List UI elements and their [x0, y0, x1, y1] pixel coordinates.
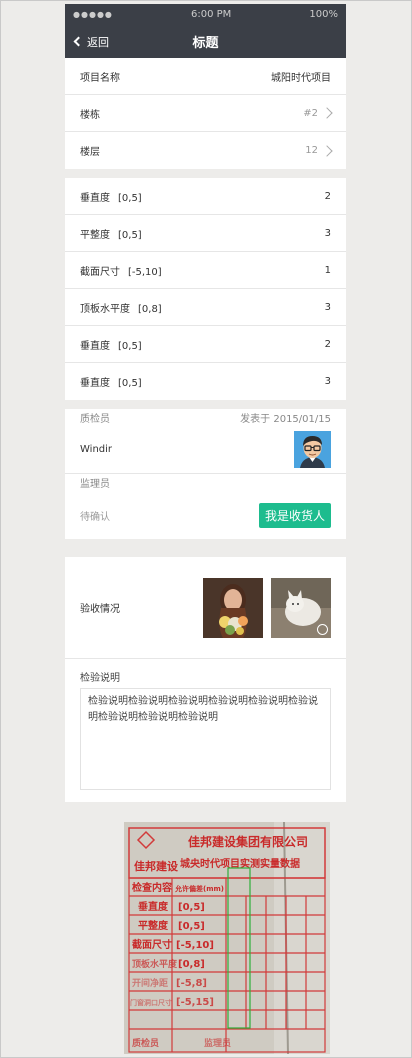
sheet-item: 平整度 [138, 919, 169, 932]
building-row[interactable]: 楼栋 #2 [65, 95, 346, 132]
check-row: 垂直度 [0,5] 2 [65, 326, 346, 363]
description-block: 检验说明 检验说明检验说明检验说明检验说明检验说明检验说明检验说明检验说明检验说… [65, 659, 346, 802]
people-section: 质检员 发表于 2015/01/15 Windir 监理员 待确认 我是收货人 [65, 409, 346, 539]
chevron-right-icon [321, 107, 333, 119]
check-range: [0,5] [118, 340, 142, 352]
project-section: 项目名称 城阳时代项目 楼栋 #2 楼层 12 [65, 58, 346, 169]
check-label: 垂直度 [80, 340, 110, 352]
back-label: 返回 [87, 35, 109, 49]
inspection-sheet-photo[interactable]: 佳邦建设集团有限公司 佳邦建设 城央时代项目实测实量数据 检查内容 允许偏差(m… [124, 822, 330, 1054]
chevron-right-icon [321, 144, 333, 157]
check-range: [0,5] [118, 378, 142, 389]
zoom-icon[interactable] [317, 623, 328, 635]
pending-status: 待确认 [80, 511, 110, 523]
check-row: 顶板水平度 [0,8] 3 [65, 289, 346, 326]
avatar[interactable] [294, 431, 331, 468]
supervisor-role: 监理员 [80, 479, 110, 490]
floor-row[interactable]: 楼层 12 [65, 132, 346, 169]
avatar-illustration [294, 431, 331, 468]
phone-screen: ●●●●● 6:00 PM 100% 返回 标题 项目名称 城阳时代项目 楼栋 … [65, 4, 346, 802]
acceptance-label: 验收情况 [80, 604, 120, 615]
check-value: 3 [324, 376, 331, 387]
sheet-item: 门窗洞口尺寸 [130, 998, 172, 1007]
checks-section: 垂直度 [0,5] 2 平整度 [0,5] 3 截面尺寸 [-5,10] 1 顶板水平… [65, 178, 346, 400]
inspector-header: 质检员 发表于 2015/01/15 [80, 409, 331, 426]
sheet-item: 开间净距 [132, 977, 168, 989]
sheet-range: [0,5] [178, 902, 205, 913]
acceptance-section: 验收情况 检验说明 检验说明检验说明检验说明检验说明检验说明检验说明检验说明检验… [65, 557, 346, 802]
woman-flowers-photo [203, 577, 263, 638]
check-range: [-5,10] [128, 266, 162, 278]
inspector-role: 质检员 [80, 414, 110, 425]
status-bar: ●●●●● 6:00 PM 100% [65, 4, 346, 25]
description-textarea[interactable]: 检验说明检验说明检验说明检验说明检验说明检验说明检验说明检验说明检验说明 [80, 688, 331, 790]
check-row: 垂直度 [0,5] 2 [65, 178, 346, 215]
inspection-sheet: 佳邦建设集团有限公司 佳邦建设 城央时代项目实测实量数据 检查内容 允许偏差(m… [124, 822, 330, 1054]
check-value: 3 [324, 301, 331, 313]
sheet-range: [0,5] [178, 921, 205, 932]
sheet-header2: 允许偏差(mm) [174, 884, 224, 893]
sheet-header: 检查内容 [132, 881, 172, 894]
sheet-range: [-5,15] [176, 997, 214, 1008]
sheet-range: [0,8] [178, 959, 205, 970]
project-name-row: 项目名称 城阳时代项目 [65, 58, 346, 95]
publish-date: 发表于 2015/01/15 [240, 414, 331, 425]
check-label: 平整度 [80, 229, 110, 241]
photo-thumbnail[interactable] [271, 577, 331, 638]
inspector-row: Windir [65, 426, 346, 474]
row-value: 12 [305, 145, 318, 156]
sheet-footer: 质检员 [132, 1037, 159, 1049]
row-label: 楼栋 [80, 109, 100, 121]
check-range: [0,5] [118, 229, 142, 241]
page-title: 标题 [192, 36, 219, 51]
sheet-footer2: 监理员 [204, 1037, 231, 1049]
check-value: 2 [324, 190, 331, 202]
sheet-brand: 佳邦建设 [134, 859, 179, 873]
sheet-range: [-5,8] [176, 978, 207, 989]
acceptance-row: 验收情况 [65, 557, 346, 659]
check-range: [0,5] [118, 192, 142, 204]
battery-label: 100% [309, 9, 338, 20]
inspector-name: Windir [80, 444, 113, 455]
check-label: 顶板水平度 [80, 303, 130, 315]
chevron-left-icon [73, 36, 84, 47]
signal-icon: ●●●●● [73, 10, 113, 19]
row-label: 楼层 [80, 147, 100, 158]
supervisor-row: 待确认 我是收货人 [80, 491, 331, 539]
check-label: 垂直度 [80, 192, 110, 204]
row-label: 项目名称 [80, 72, 120, 84]
supervisor-header: 监理员 [80, 474, 331, 491]
nav-bar: 返回 标题 [65, 25, 346, 58]
sheet-range: [-5,10] [176, 940, 214, 951]
row-value: #2 [303, 107, 318, 119]
description-label: 检验说明 [80, 673, 120, 684]
check-value: 3 [324, 227, 331, 239]
back-button[interactable]: 返回 [73, 25, 109, 58]
check-row: 截面尺寸 [-5,10] 1 [65, 252, 346, 289]
check-label: 截面尺寸 [80, 266, 120, 278]
photo-thumbnail[interactable] [203, 577, 263, 638]
check-row: 垂直度 [0,5] 3 [65, 363, 346, 400]
sheet-company: 佳邦建设集团有限公司 [188, 834, 308, 849]
check-value: 2 [324, 338, 331, 350]
sheet-item: 顶板水平度 [132, 958, 178, 970]
check-row: 平整度 [0,5] 3 [65, 215, 346, 252]
sheet-item: 垂直度 [138, 900, 169, 913]
receiver-button[interactable]: 我是收货人 [258, 502, 331, 528]
check-range: [0,8] [138, 303, 162, 315]
status-time: 6:00 PM [191, 9, 232, 20]
check-value: 1 [324, 264, 331, 276]
check-label: 垂直度 [80, 378, 110, 389]
sheet-item: 截面尺寸 [132, 938, 172, 951]
row-value: 城阳时代项目 [271, 72, 331, 84]
